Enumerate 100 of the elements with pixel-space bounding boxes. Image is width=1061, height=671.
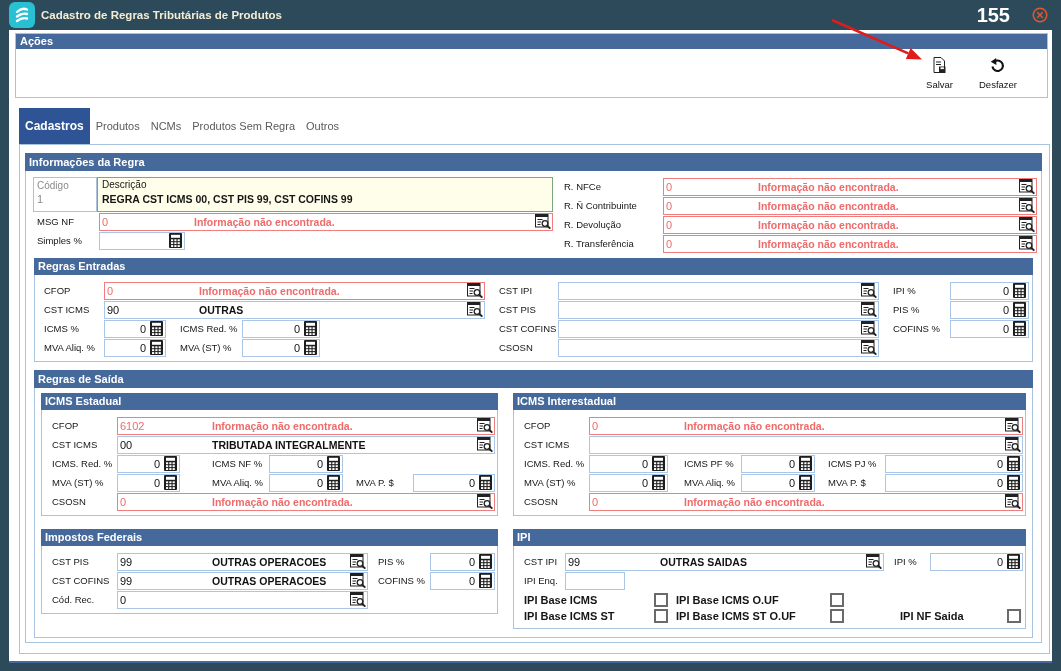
list-search-icon[interactable] bbox=[1019, 236, 1035, 251]
calculator-icon[interactable] bbox=[327, 475, 340, 490]
list-search-icon[interactable] bbox=[477, 494, 493, 509]
number-field[interactable]: 0 bbox=[430, 552, 495, 571]
checkbox-label: IPI Base ICMS bbox=[524, 594, 598, 606]
list-search-icon[interactable] bbox=[1005, 418, 1021, 433]
lookup-field[interactable] bbox=[558, 338, 879, 357]
checkbox[interactable] bbox=[654, 609, 668, 623]
number-field[interactable]: 0 bbox=[269, 473, 343, 492]
calculator-icon[interactable] bbox=[1007, 475, 1020, 490]
number-field[interactable]: 0 bbox=[950, 319, 1029, 338]
lookup-field[interactable]: 99 OUTRAS SAIDAS bbox=[565, 552, 884, 571]
list-search-icon[interactable] bbox=[467, 283, 483, 298]
undo-button[interactable]: Desfazer bbox=[977, 56, 1019, 90]
list-search-icon[interactable] bbox=[861, 283, 877, 298]
tab[interactable]: Outros bbox=[301, 108, 344, 144]
list-search-icon[interactable] bbox=[1019, 179, 1035, 194]
number-field[interactable]: 0 bbox=[242, 319, 320, 338]
number-field[interactable]: 0 bbox=[430, 571, 495, 590]
tab[interactable]: Produtos bbox=[90, 108, 145, 144]
calculator-icon[interactable] bbox=[1013, 283, 1026, 298]
checkbox[interactable] bbox=[1007, 609, 1021, 623]
list-search-icon[interactable] bbox=[350, 554, 366, 569]
calculator-icon[interactable] bbox=[799, 475, 812, 490]
calculator-icon[interactable] bbox=[1007, 456, 1020, 471]
number-field[interactable]: 0 bbox=[741, 473, 815, 492]
calculator-icon[interactable] bbox=[479, 475, 492, 490]
calculator-icon[interactable] bbox=[150, 340, 163, 355]
number-field[interactable]: 0 bbox=[930, 552, 1023, 571]
lookup-field[interactable]: 0 bbox=[117, 590, 368, 609]
calculator-icon[interactable] bbox=[327, 456, 340, 471]
field-label: IPI % bbox=[894, 556, 917, 567]
number-field[interactable]: 0 bbox=[117, 454, 180, 473]
lookup-field[interactable] bbox=[558, 281, 879, 300]
number-field[interactable]: 0 bbox=[589, 473, 668, 492]
code-text: 99 bbox=[120, 574, 133, 587]
list-search-icon[interactable] bbox=[1019, 198, 1035, 213]
number-field[interactable]: 0 bbox=[104, 319, 166, 338]
lookup-field[interactable] bbox=[558, 300, 879, 319]
lookup-field[interactable]: 99 OUTRAS OPERACOES bbox=[117, 571, 368, 590]
number-value: 0 bbox=[468, 574, 475, 587]
number-field[interactable]: 0 bbox=[950, 300, 1029, 319]
checkbox[interactable] bbox=[830, 609, 844, 623]
calculator-icon[interactable] bbox=[652, 456, 665, 471]
calculator-icon[interactable] bbox=[1013, 302, 1026, 317]
list-search-icon[interactable] bbox=[1005, 437, 1021, 452]
calculator-icon[interactable] bbox=[150, 321, 163, 336]
tab[interactable]: Cadastros bbox=[19, 108, 90, 144]
lookup-field[interactable] bbox=[558, 319, 879, 338]
calculator-icon[interactable] bbox=[799, 456, 812, 471]
number-field[interactable]: 0 bbox=[950, 281, 1029, 300]
close-icon[interactable] bbox=[1032, 7, 1048, 23]
list-search-icon[interactable] bbox=[350, 592, 366, 607]
description-field[interactable]: Descrição REGRA CST ICMS 00, CST PIS 99, CST COFINS 99 bbox=[97, 177, 553, 212]
calculator-icon[interactable] bbox=[304, 340, 317, 355]
list-search-icon[interactable] bbox=[467, 302, 483, 317]
description-text: Informação não encontrada. bbox=[212, 495, 353, 508]
checkbox[interactable] bbox=[830, 593, 844, 607]
lookup-field[interactable] bbox=[589, 435, 1023, 454]
number-value: 0 bbox=[153, 476, 160, 489]
number-field[interactable]: 0 bbox=[269, 454, 343, 473]
section-header: IPI bbox=[513, 529, 1026, 546]
calculator-icon[interactable] bbox=[1013, 321, 1026, 336]
list-search-icon[interactable] bbox=[477, 418, 493, 433]
number-field[interactable]: 0 bbox=[885, 454, 1023, 473]
section-header: Ações bbox=[16, 34, 1047, 49]
list-search-icon[interactable] bbox=[1005, 494, 1021, 509]
list-search-icon[interactable] bbox=[1019, 217, 1035, 232]
lookup-field[interactable]: 90 OUTRAS bbox=[104, 300, 485, 319]
calculator-icon[interactable] bbox=[1007, 554, 1020, 569]
tab[interactable]: Produtos Sem Regra bbox=[187, 108, 300, 144]
list-search-icon[interactable] bbox=[350, 573, 366, 588]
list-search-icon[interactable] bbox=[535, 214, 551, 229]
number-field[interactable]: 0 bbox=[117, 473, 180, 492]
lookup-field[interactable]: 00 TRIBUTADA INTEGRALMENTE bbox=[117, 435, 495, 454]
number-field[interactable]: 0 bbox=[104, 338, 166, 357]
calculator-icon[interactable] bbox=[479, 573, 492, 588]
calculator-icon[interactable] bbox=[169, 233, 182, 248]
number-field[interactable] bbox=[99, 231, 185, 250]
number-field[interactable]: 0 bbox=[413, 473, 495, 492]
checkbox[interactable] bbox=[654, 593, 668, 607]
number-field[interactable]: 0 bbox=[242, 338, 320, 357]
save-button[interactable]: Salvar bbox=[924, 56, 955, 90]
code-text: 0 bbox=[592, 419, 599, 432]
list-search-icon[interactable] bbox=[861, 321, 877, 336]
calculator-icon[interactable] bbox=[164, 475, 177, 490]
list-search-icon[interactable] bbox=[477, 437, 493, 452]
tab[interactable]: NCMs bbox=[145, 108, 187, 144]
list-search-icon[interactable] bbox=[866, 554, 882, 569]
number-field[interactable]: 0 bbox=[589, 454, 668, 473]
calculator-icon[interactable] bbox=[304, 321, 317, 336]
calculator-icon[interactable] bbox=[652, 475, 665, 490]
number-field[interactable]: 0 bbox=[885, 473, 1023, 492]
calculator-icon[interactable] bbox=[164, 456, 177, 471]
list-search-icon[interactable] bbox=[861, 302, 877, 317]
calculator-icon[interactable] bbox=[479, 554, 492, 569]
lookup-field[interactable]: 99 OUTRAS OPERACOES bbox=[117, 552, 368, 571]
list-search-icon[interactable] bbox=[861, 340, 877, 355]
number-field[interactable]: 0 bbox=[741, 454, 815, 473]
text-field[interactable] bbox=[565, 571, 625, 590]
